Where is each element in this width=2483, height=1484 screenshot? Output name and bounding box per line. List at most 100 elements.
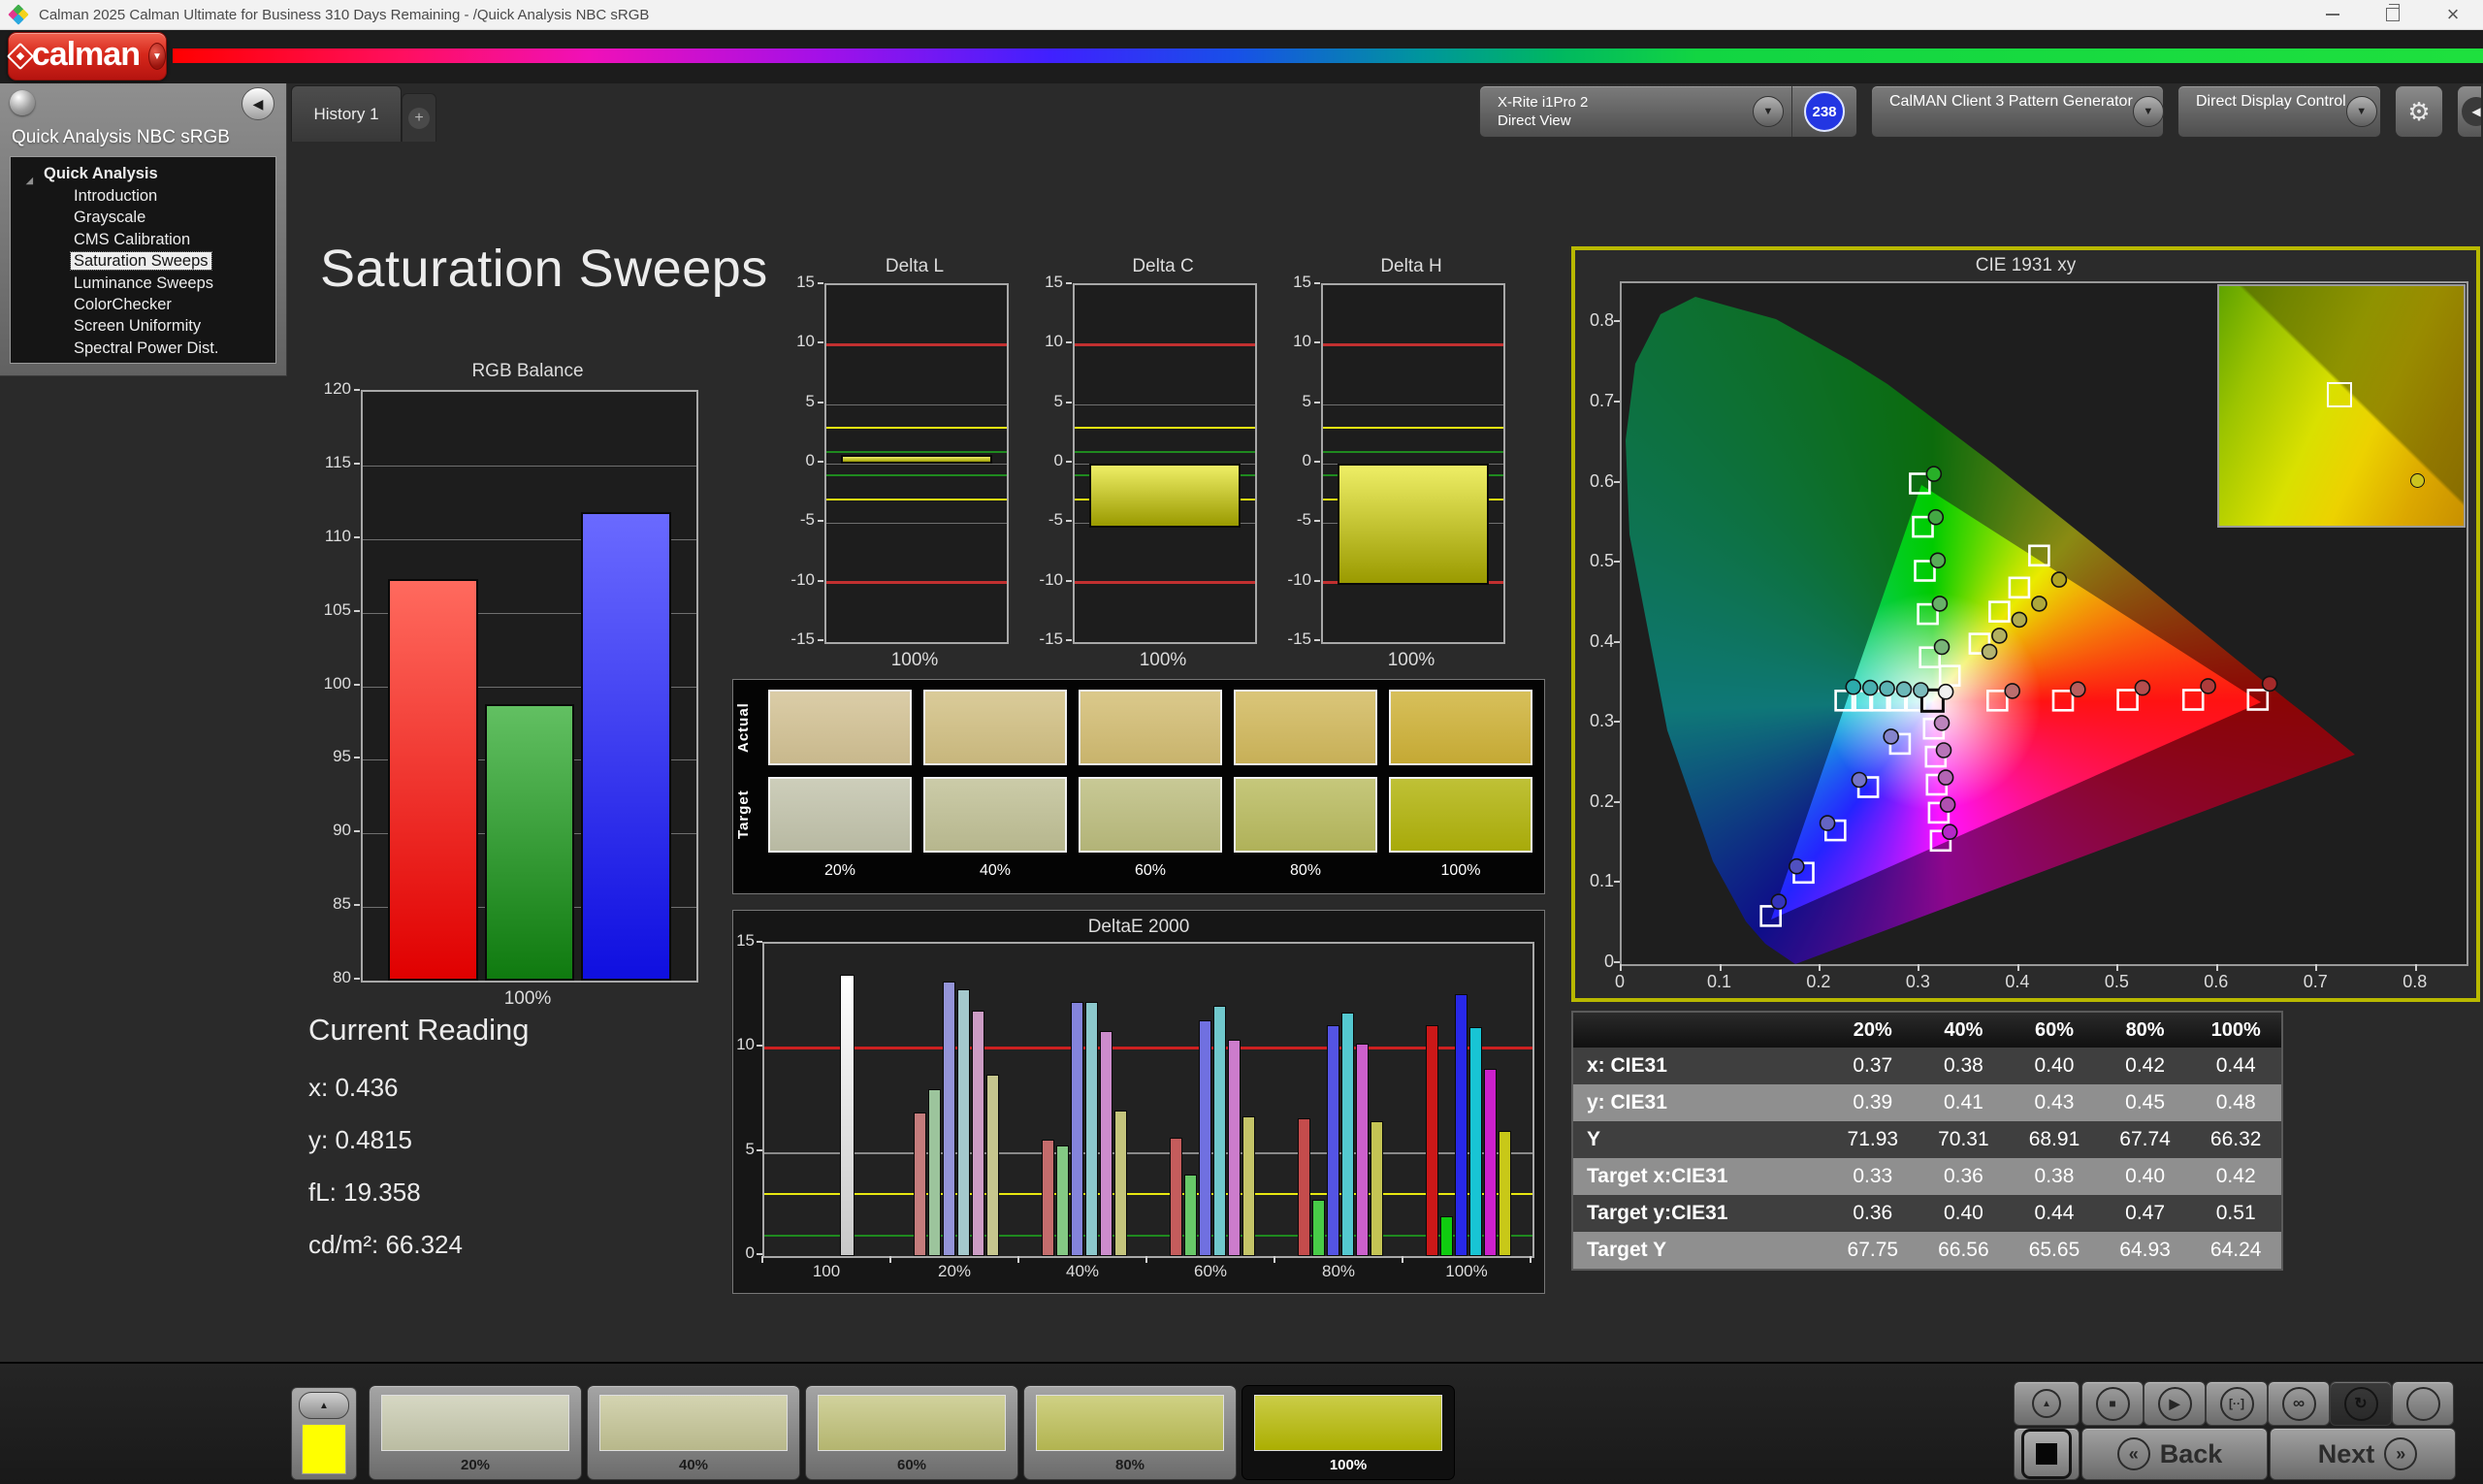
minimize-button[interactable] [2303,0,2363,29]
play-button[interactable]: ▶ [2144,1381,2206,1426]
table-header: 100% [2190,1013,2281,1048]
expander-icon: ◢ [26,176,33,185]
y-tick-label: -10 [1287,569,1311,589]
close-button[interactable]: × [2423,0,2483,29]
tree-item-spectral-power-dist-[interactable]: Spectral Power Dist. [11,338,275,359]
ref-line [1075,342,1255,346]
gridline [826,464,1007,465]
tree-item-grayscale[interactable]: Grayscale [11,207,275,228]
table-cell: 0.33 [1853,1165,1893,1187]
sidebar-collapse-button[interactable]: ◀ [242,87,274,120]
chevron-down-icon[interactable]: ▼ [1753,96,1784,127]
stop-button[interactable]: ■ [2081,1381,2144,1426]
ref-line [1323,450,1503,453]
meter-dropdown[interactable]: X-Rite i1Pro 2 Direct View ▼ 238 [1479,85,1857,138]
row-label: Y [1587,1128,1601,1150]
minimize-icon [2326,14,2339,16]
y-tick-label: 10 [1293,332,1311,351]
refresh-button[interactable]: ↻ [2330,1381,2392,1426]
settings-button[interactable]: ⚙ [2395,85,2443,138]
add-tab-button[interactable]: + [402,93,436,142]
y-tick-label: 10 [796,332,815,351]
pattern-button-40%[interactable]: 40% [587,1385,800,1480]
x-tick-label: 60% [1193,1262,1228,1280]
delta-h-chart: Delta H -15 -10 -5 0 5 10 15 100% [1273,256,1527,683]
rgb-balance-chart: RGB Balance 80 85 90 95 100 105 110 115 120 100% [316,361,704,1030]
ref-line [764,1192,1532,1195]
pattern-label: 60% [896,1457,927,1473]
plot-area [824,283,1009,644]
table-cell: 0.48 [2215,1091,2256,1113]
back-button[interactable]: « Back [2081,1428,2268,1480]
circle-icon [2405,1386,2440,1421]
tree-item-colorchecker[interactable]: ColorChecker [11,294,275,315]
cie-measured-marker [1861,679,1879,696]
pattern-bar: ▲ 20% 40% 60% 80% 100% ▲ ■ ▶ [··] ∞ ↻ « … [0,1362,2483,1484]
table-cell: 0.41 [1943,1091,1983,1113]
step-button[interactable]: [··] [2206,1381,2268,1426]
cie-x-tick-label: 0.6 [2204,972,2229,991]
cie-x-tick-label: 0.8 [2402,972,2428,991]
chevron-left-icon: ◀ [252,95,264,112]
gridline [363,465,696,467]
y-tick-label: 90 [333,821,351,840]
ref-line [826,427,1007,430]
y-tick-label: 115 [324,452,351,471]
logo-menu-button[interactable]: ▼ [147,43,166,70]
cie-measured-marker [2261,675,2278,693]
tree-item-introduction[interactable]: Introduction [11,185,275,207]
tree-item-luminance-sweeps[interactable]: Luminance Sweeps [11,273,275,294]
deltae-bar-red [1170,1137,1182,1256]
table-cell: 0.45 [2125,1091,2166,1113]
display-window-button[interactable] [2014,1428,2080,1480]
pattern-button-60%[interactable]: 60% [805,1385,1018,1480]
tab-history-1[interactable]: History 1 [291,85,402,142]
next-button[interactable]: Next » [2270,1428,2456,1480]
cie-y-tick-label: 0.1 [1589,871,1614,891]
calman-logo-button[interactable]: calman ▼ [6,32,167,81]
tree-item-saturation-sweeps[interactable]: Saturation Sweeps [11,250,275,272]
y-tick-label: 120 [323,379,351,398]
collapse-toolbar-button[interactable]: ◀ [2457,85,2481,138]
table-row: Target Y 67.75 66.56 65.65 64.93 64.24 [1573,1232,2281,1269]
pattern-button-20%[interactable]: 20% [369,1385,582,1480]
chevron-down-icon: ▼ [152,50,162,62]
cie-measured-marker [1939,796,1956,813]
pattern-swatch [381,1395,569,1451]
up-arrow-icon: ▲ [319,1400,329,1411]
active-pattern-swatch [302,1424,346,1474]
pattern-panel-expand-button[interactable]: ▲ [299,1392,349,1419]
back-label: Back [2159,1438,2223,1468]
cie-measured-marker [1941,823,1958,841]
display-control-dropdown[interactable]: Direct Display Control ▼ [2177,85,2381,138]
deltae-bar-green [1184,1175,1197,1256]
deltae-bar-red [1298,1118,1310,1256]
tree-root-quick-analysis[interactable]: ◢ Quick Analysis [11,162,275,185]
restore-button[interactable] [2363,0,2423,29]
pattern-label: 40% [678,1457,709,1473]
table-cell: 0.51 [2215,1202,2256,1224]
chevron-down-icon[interactable]: ▼ [2132,96,2164,127]
x-tick-label: 100% [890,650,939,670]
deltae-bar-red [1426,1024,1438,1256]
pattern-button-100%[interactable]: 100% [1242,1385,1455,1480]
transport-expand-button[interactable]: ▲ [2014,1381,2080,1426]
pattern-button-80%[interactable]: 80% [1023,1385,1237,1480]
chevron-down-icon[interactable]: ▼ [2345,96,2377,127]
delta-l-chart: Delta L -15 -10 -5 0 5 10 15 100% [776,256,1030,683]
chart-title: Delta C [1132,256,1194,276]
display-status-accent [2181,90,2188,133]
row-label: Target x:CIE31 [1587,1165,1728,1187]
blank-transport-button[interactable] [2392,1381,2454,1426]
tree-item-screen-uniformity[interactable]: Screen Uniformity [11,315,275,337]
reading-fL: fL: 19.358 [308,1178,421,1207]
cie-measured-marker [1937,683,1954,700]
table-cell: 0.38 [1943,1054,1983,1077]
table-cell: 67.75 [1847,1239,1899,1261]
continuous-measure-button[interactable]: ∞ [2268,1381,2330,1426]
tree-item-cms-calibration[interactable]: CMS Calibration [11,229,275,250]
next-label: Next [2317,1438,2375,1468]
pattern-generator-dropdown[interactable]: CalMAN Client 3 Pattern Generator ▼ [1871,85,2164,138]
sidebar-orb-button[interactable] [10,90,35,115]
cie-target-marker [2051,689,2075,712]
